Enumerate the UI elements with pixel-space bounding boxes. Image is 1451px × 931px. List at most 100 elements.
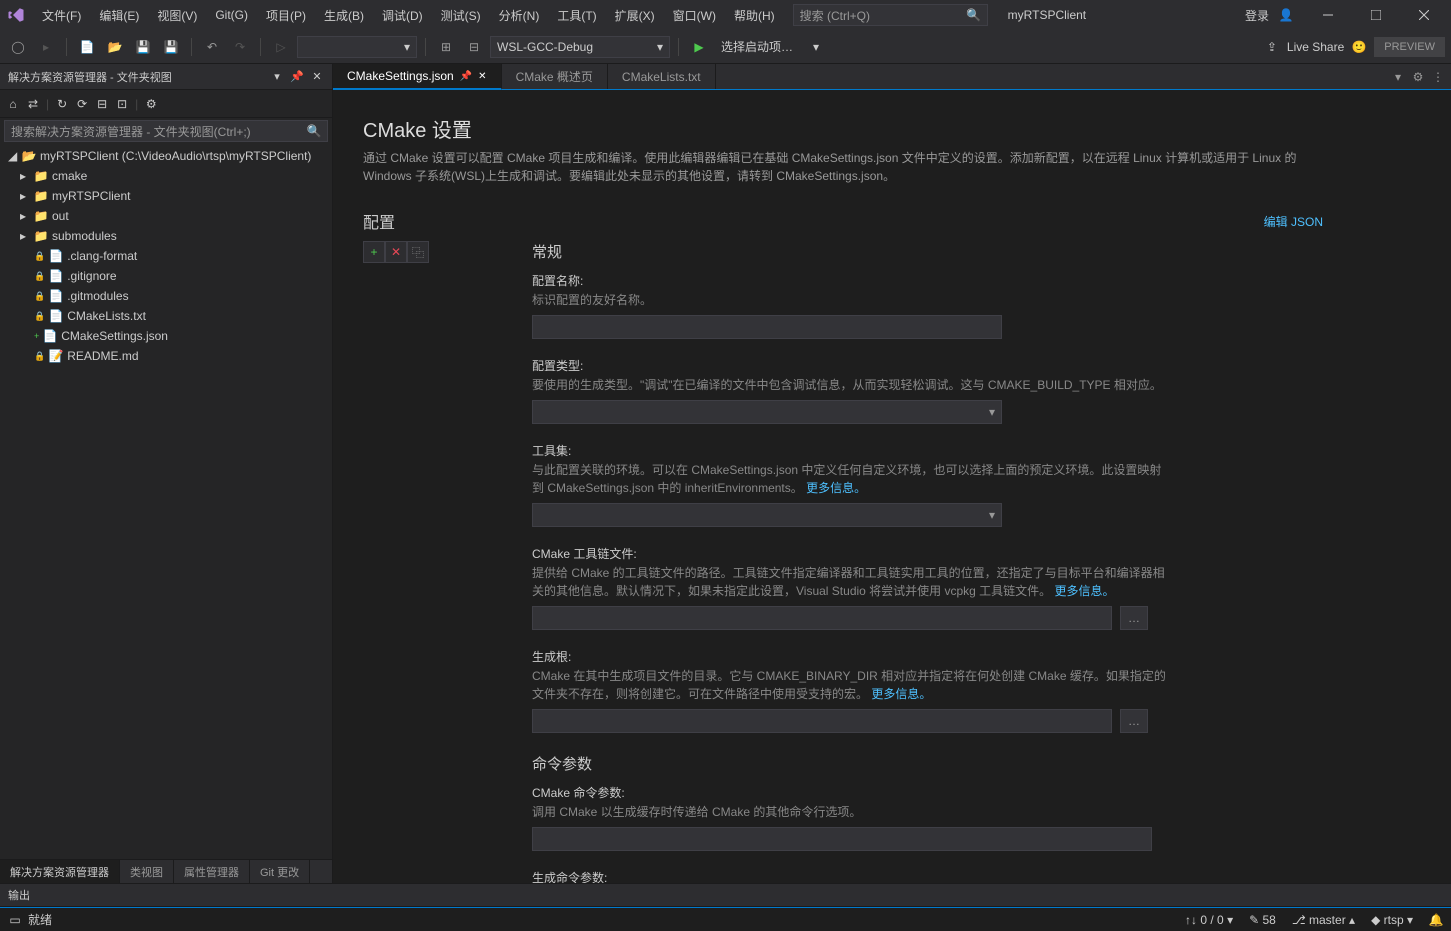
feedback-icon[interactable]: 🙂 — [1352, 40, 1366, 54]
git-lock-icon: 🔒 — [34, 291, 45, 302]
switch-view-icon[interactable]: ⇄ — [26, 97, 40, 111]
tree-root[interactable]: ◢ 📂 myRTSPClient (C:\VideoAudio\rtsp\myR… — [0, 146, 332, 166]
browse-button[interactable]: … — [1120, 606, 1148, 630]
redo-icon[interactable]: ↷ — [228, 35, 252, 59]
markdown-icon: 📝 — [49, 349, 63, 363]
dropdown-icon[interactable]: ▾ — [270, 70, 284, 84]
tab-git-changes[interactable]: Git 更改 — [250, 860, 310, 883]
menu-file[interactable]: 文件(F) — [34, 3, 89, 28]
live-share-icon[interactable]: ⇪ — [1265, 40, 1279, 54]
user-icon[interactable]: 👤 — [1279, 8, 1293, 22]
more-info-link[interactable]: 更多信息。 — [871, 687, 931, 701]
copy-config-button[interactable]: ⿻ — [407, 241, 429, 263]
live-share-button[interactable]: Live Share — [1287, 40, 1344, 54]
platform-combo[interactable]: ▾ — [297, 36, 417, 58]
config-type-select[interactable] — [532, 400, 1002, 424]
menu-view[interactable]: 视图(V) — [149, 3, 205, 28]
save-all-icon[interactable]: 💾 — [159, 35, 183, 59]
tab-property-manager[interactable]: 属性管理器 — [174, 860, 250, 883]
tree-folder[interactable]: ▸📁out — [0, 206, 332, 226]
more-info-link[interactable]: 更多信息。 — [806, 481, 866, 495]
nav-position[interactable]: ↑↓ 0 / 0 ▾ — [1185, 913, 1233, 927]
global-search-input[interactable]: 搜索 (Ctrl+Q) 🔍 — [793, 4, 988, 26]
menu-extensions[interactable]: 扩展(X) — [607, 3, 663, 28]
tree-file[interactable]: 🔒📝README.md — [0, 346, 332, 366]
tab-class-view[interactable]: 类视图 — [120, 860, 174, 883]
maximize-button[interactable] — [1353, 0, 1399, 30]
explorer-search-input[interactable]: 搜索解决方案资源管理器 - 文件夹视图(Ctrl+;) 🔍 — [4, 120, 328, 142]
git-repo[interactable]: ◆ rtsp ▾ — [1371, 913, 1413, 927]
build-root-input[interactable] — [532, 709, 1112, 733]
tree-folder[interactable]: ▸📁submodules — [0, 226, 332, 246]
browse-button[interactable]: … — [1120, 709, 1148, 733]
edit-json-link[interactable]: 编辑 JSON — [1264, 213, 1323, 230]
undo-icon[interactable]: ↶ — [200, 35, 224, 59]
refresh-icon[interactable]: ↻ — [55, 97, 69, 111]
tree-file[interactable]: 🔒📄.gitignore — [0, 266, 332, 286]
git-branch[interactable]: ⎇ master ▴ — [1292, 913, 1355, 927]
menu-build[interactable]: 生成(B) — [316, 3, 372, 28]
menu-git[interactable]: Git(G) — [207, 4, 256, 26]
show-all-icon[interactable]: ⊡ — [115, 97, 129, 111]
tree-file[interactable]: 🔒📄.gitmodules — [0, 286, 332, 306]
config-icon-a[interactable]: ⊞ — [434, 35, 458, 59]
build-config-combo[interactable]: WSL-GCC-Debug▾ — [490, 36, 670, 58]
menu-analyze[interactable]: 分析(N) — [491, 3, 548, 28]
tree-file[interactable]: +📄CMakeSettings.json — [0, 326, 332, 346]
toolbar: ◯ ▸ 📄 📂 💾 💾 ↶ ↷ ▷ ▾ ⊞ ⊟ WSL-GCC-Debug▾ ▶… — [0, 30, 1451, 64]
tree-folder[interactable]: ▸📁myRTSPClient — [0, 186, 332, 206]
gear-icon[interactable]: ⚙ — [1411, 70, 1425, 84]
new-file-icon[interactable]: 📄 — [75, 35, 99, 59]
menu-help[interactable]: 帮助(H) — [726, 3, 783, 28]
tab-solution-explorer[interactable]: 解决方案资源管理器 — [0, 860, 120, 883]
add-config-button[interactable]: + — [363, 241, 385, 263]
close-panel-icon[interactable]: ✕ — [310, 70, 324, 84]
menu-debug[interactable]: 调试(D) — [374, 3, 431, 28]
back-nav-icon[interactable]: ◯ — [6, 35, 30, 59]
menu-tools[interactable]: 工具(T) — [549, 3, 604, 28]
tab-cmakelists[interactable]: CMakeLists.txt — [608, 64, 716, 89]
menu-window[interactable]: 窗口(W) — [665, 3, 724, 28]
tree-label: CMakeLists.txt — [67, 309, 146, 323]
output-panel-header[interactable]: 输出 — [0, 883, 1451, 907]
close-button[interactable] — [1401, 0, 1447, 30]
notifications-icon[interactable]: 🔔 — [1429, 913, 1443, 927]
sync-icon[interactable]: ⟳ — [75, 97, 89, 111]
dropdown-icon[interactable]: ▾ — [1391, 70, 1405, 84]
toolchain-file-input[interactable] — [532, 606, 1112, 630]
collapse-icon[interactable]: ⊟ — [95, 97, 109, 111]
overflow-icon[interactable]: ⋮ — [1431, 70, 1445, 84]
forward-nav-icon[interactable]: ▸ — [34, 35, 58, 59]
home-icon[interactable]: ⌂ — [6, 97, 20, 111]
run-icon[interactable]: ▶ — [687, 35, 711, 59]
remove-config-button[interactable]: ✕ — [385, 241, 407, 263]
tree-file[interactable]: 🔒📄.clang-format — [0, 246, 332, 266]
git-lock-icon: 🔒 — [34, 351, 45, 362]
login-button[interactable]: 登录 — [1237, 3, 1277, 28]
launch-combo[interactable]: 选择启动项…▾ — [715, 36, 825, 58]
open-folder-icon[interactable]: 📂 — [103, 35, 127, 59]
tab-cmakesettings[interactable]: CMakeSettings.json 📌 ✕ — [333, 64, 502, 90]
pin-icon[interactable]: 📌 — [290, 70, 304, 84]
git-add-icon: + — [34, 331, 39, 341]
tree-folder[interactable]: ▸📁cmake — [0, 166, 332, 186]
save-icon[interactable]: 💾 — [131, 35, 155, 59]
minimize-button[interactable] — [1305, 0, 1351, 30]
tree-file[interactable]: 🔒📄CMakeLists.txt — [0, 306, 332, 326]
menu-test[interactable]: 测试(S) — [433, 3, 489, 28]
cmake-settings-editor: CMake 设置 通过 CMake 设置可以配置 CMake 项目生成和编译。使… — [333, 90, 1451, 883]
config-icon-b[interactable]: ⊟ — [462, 35, 486, 59]
more-info-link[interactable]: 更多信息。 — [1055, 584, 1115, 598]
menu-project[interactable]: 项目(P) — [258, 3, 314, 28]
cmake-args-input[interactable] — [532, 827, 1152, 851]
tab-label: CMakeSettings.json — [347, 69, 454, 83]
menu-edit[interactable]: 编辑(E) — [91, 3, 147, 28]
play-icon[interactable]: ▷ — [269, 35, 293, 59]
pin-icon[interactable]: 📌 — [460, 71, 472, 82]
close-tab-icon[interactable]: ✕ — [478, 71, 486, 82]
toolchain-select[interactable] — [532, 503, 1002, 527]
config-name-input[interactable] — [532, 315, 1002, 339]
char-count[interactable]: ✎ 58 — [1249, 913, 1276, 927]
tab-cmake-overview[interactable]: CMake 概述页 — [502, 64, 608, 89]
properties-icon[interactable]: ⚙ — [144, 97, 158, 111]
